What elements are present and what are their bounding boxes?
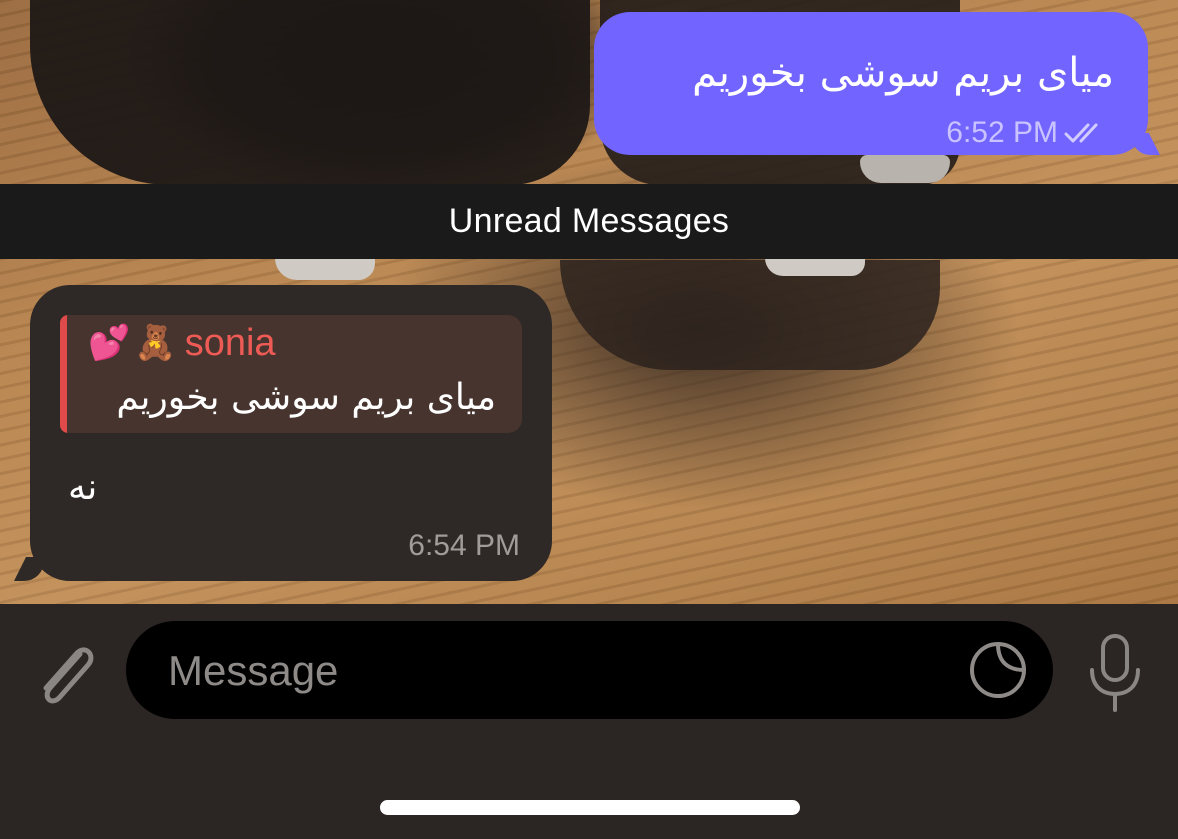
microphone-button[interactable] [1084,632,1146,716]
wallpaper-photo-shape [765,258,865,276]
reply-quoted-text: میای بریم سوشی بخوریم [116,377,496,418]
incoming-message-time: 6:54 PM [408,529,520,562]
teddy-bear-icon: 🧸 [134,324,177,362]
outgoing-message-time: 6:52 PM [946,116,1058,149]
wallpaper-photo-shape [860,155,950,183]
incoming-message-bubble[interactable]: 💕 🧸 sonia میای بریم سوشی بخوریم نه 6:54 … [30,285,552,581]
home-indicator[interactable] [380,800,800,815]
wallpaper-photo-shape [30,0,590,185]
outgoing-message-text: میای بریم سوشی بخوریم [692,50,1114,96]
double-check-icon [1064,123,1098,143]
wallpaper-photo-shape [560,260,940,370]
reply-quote[interactable]: 💕 🧸 sonia میای بریم سوشی بخوریم [60,315,522,433]
incoming-message-text: نه [68,467,98,508]
wallpaper-photo-shape [275,258,375,280]
message-input[interactable] [166,621,950,721]
paperclip-icon [43,647,94,704]
microphone-icon [1090,634,1140,712]
unread-messages-divider: Unread Messages [0,184,1178,259]
message-field[interactable] [126,621,1053,721]
sticker-button[interactable] [967,639,1029,701]
sticker-icon [970,642,1026,698]
outgoing-message-meta: 6:52 PM [946,116,1108,150]
reply-sender-name: sonia [184,321,276,364]
outgoing-message-bubble[interactable]: میای بریم سوشی بخوریم 6:52 PM [594,12,1148,155]
unread-messages-label: Unread Messages [448,202,730,240]
reply-sender: 💕 🧸 sonia [88,321,276,365]
two-hearts-icon: 💕 [88,324,131,362]
attach-button[interactable] [28,632,100,712]
reply-accent-bar [60,315,67,433]
